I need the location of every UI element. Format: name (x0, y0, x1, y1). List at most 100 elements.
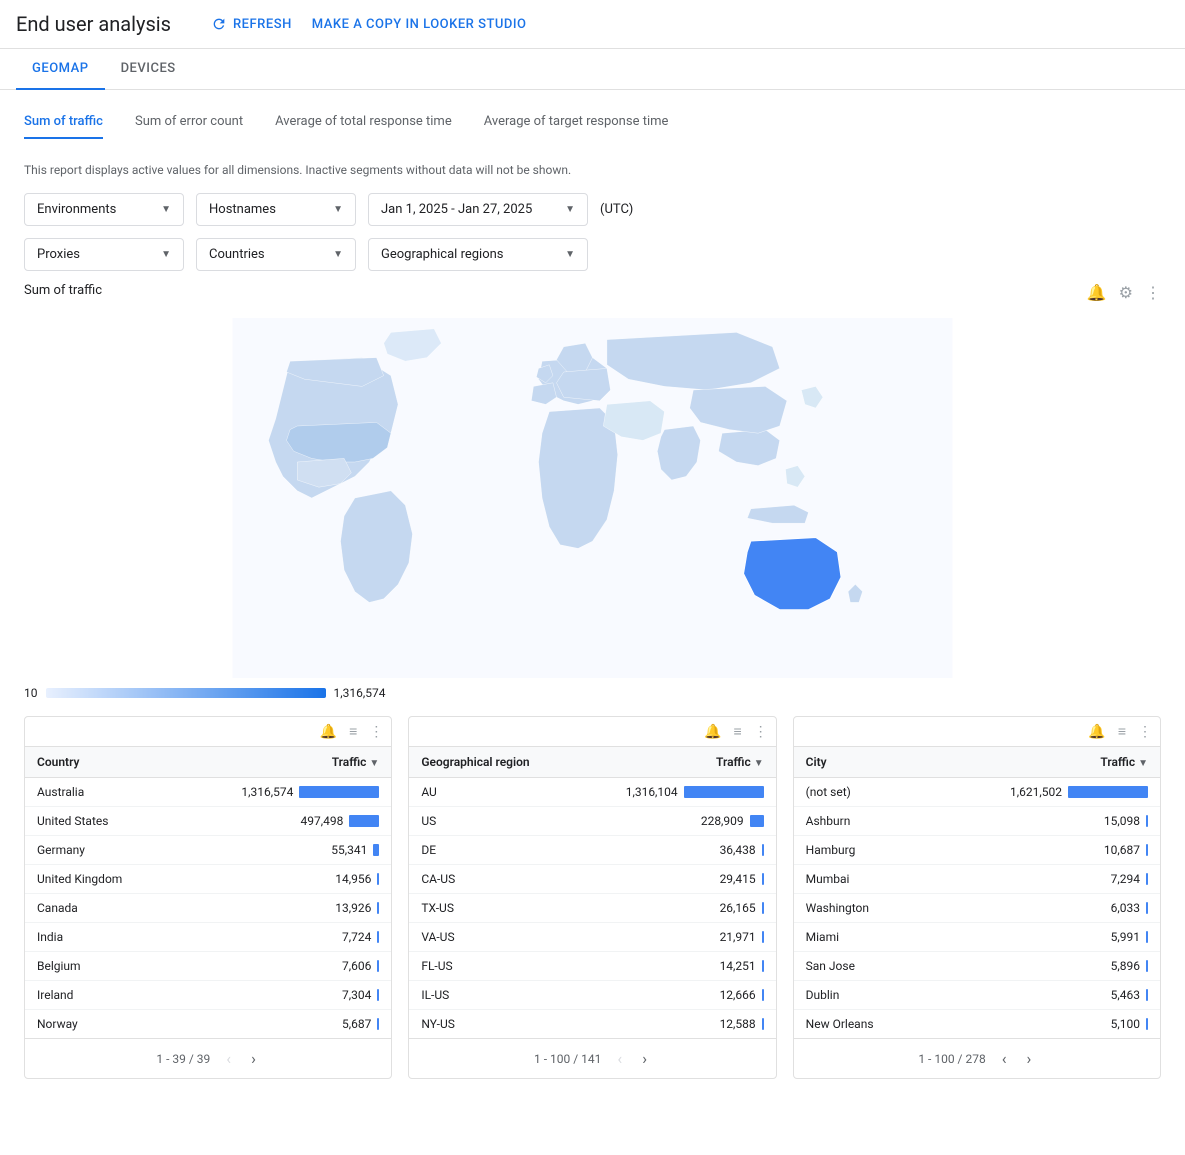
traffic-bar (1146, 989, 1148, 1001)
hostnames-dropdown[interactable]: Hostnames ▼ (196, 193, 356, 226)
environments-dropdown[interactable]: Environments ▼ (24, 193, 184, 226)
chevron-down-icon: ▼ (161, 204, 171, 215)
header: End user analysis REFRESH MAKE A COPY IN… (0, 0, 1185, 49)
geo-traffic-col-header[interactable]: Traffic ▼ (574, 747, 776, 778)
metric-tab-traffic[interactable]: Sum of traffic (24, 114, 103, 139)
hostnames-label: Hostnames (209, 202, 276, 217)
table-row: United Kingdom14,956 (25, 865, 391, 894)
more-icon[interactable]: ⋮ (1145, 283, 1161, 302)
alert-icon[interactable]: 🔔 (320, 724, 337, 740)
filter-icon[interactable]: ⚙ (1119, 283, 1133, 302)
table-row: DE36,438 (409, 836, 775, 865)
prev-page-button[interactable]: ‹ (613, 1047, 626, 1070)
city-table: City Traffic ▼ (not set)1,621,502Ashburn… (794, 747, 1160, 1038)
filter-icon[interactable]: ≡ (349, 723, 357, 740)
metric-tab-error[interactable]: Sum of error count (135, 114, 243, 139)
traffic-bar (762, 931, 764, 943)
table-cell-name: Dublin (794, 981, 927, 1010)
table-cell-value: 5,463 (926, 981, 1160, 1010)
table-cell-name: AU (409, 778, 574, 807)
tab-devices[interactable]: DEVICES (105, 49, 192, 90)
traffic-bar (762, 844, 764, 856)
scale-max: 1,316,574 (334, 686, 386, 700)
table-row: Dublin5,463 (794, 981, 1160, 1010)
geo-regions-dropdown[interactable]: Geographical regions ▼ (368, 238, 588, 271)
country-table-header: 🔔 ≡ ⋮ (25, 717, 391, 747)
table-row: IL-US12,666 (409, 981, 775, 1010)
table-cell-name: New Orleans (794, 1010, 927, 1039)
traffic-col-header[interactable]: Traffic ▼ (173, 747, 392, 778)
date-range-dropdown[interactable]: Jan 1, 2025 - Jan 27, 2025 ▼ (368, 193, 588, 226)
table-cell-name: Australia (25, 778, 173, 807)
alert-icon[interactable]: 🔔 (704, 724, 721, 740)
table-cell-value: 14,956 (173, 865, 392, 894)
proxies-dropdown[interactable]: Proxies ▼ (24, 238, 184, 271)
copy-looker-button[interactable]: MAKE A COPY IN LOOKER STUDIO (312, 16, 527, 32)
sort-arrow: ▼ (369, 758, 379, 769)
city-col-header: City (794, 747, 927, 778)
environments-label: Environments (37, 202, 116, 217)
table-cell-value: 36,438 (574, 836, 776, 865)
table-cell-name: Ireland (25, 981, 173, 1010)
table-row: Washington6,033 (794, 894, 1160, 923)
next-page-button[interactable]: › (638, 1047, 651, 1070)
date-range-label: Jan 1, 2025 - Jan 27, 2025 (381, 202, 532, 217)
chevron-down-icon: ▼ (333, 204, 343, 215)
table-cell-value: 497,498 (173, 807, 392, 836)
filter-icon[interactable]: ≡ (733, 723, 741, 740)
countries-dropdown[interactable]: Countries ▼ (196, 238, 356, 271)
metric-tabs: Sum of traffic Sum of error count Averag… (24, 106, 1161, 147)
traffic-bar (1146, 815, 1148, 827)
tab-geomap[interactable]: GEOMAP (16, 49, 105, 90)
alert-icon[interactable]: 🔔 (1087, 283, 1107, 302)
filters-row-1: Environments ▼ Hostnames ▼ Jan 1, 2025 -… (24, 193, 1161, 226)
table-cell-value: 14,251 (574, 952, 776, 981)
country-table: Country Traffic ▼ Australia1,316,574Unit… (25, 747, 391, 1038)
next-page-button[interactable]: › (247, 1047, 260, 1070)
table-cell-value: 26,165 (574, 894, 776, 923)
city-table-header: 🔔 ≡ ⋮ (794, 717, 1160, 747)
geo-col-header: Geographical region (409, 747, 574, 778)
more-icon[interactable]: ⋮ (754, 724, 768, 740)
table-row: VA-US21,971 (409, 923, 775, 952)
traffic-bar (1146, 960, 1148, 972)
refresh-button[interactable]: REFRESH (211, 16, 292, 32)
traffic-bar (377, 989, 379, 1001)
table-cell-name: VA-US (409, 923, 574, 952)
more-icon[interactable]: ⋮ (1138, 724, 1152, 740)
table-row: Australia1,316,574 (25, 778, 391, 807)
chart-label: Sum of traffic (24, 283, 1161, 298)
traffic-bar (762, 960, 764, 972)
traffic-bar (1146, 931, 1148, 943)
alert-icon[interactable]: 🔔 (1088, 724, 1105, 740)
table-row: (not set)1,621,502 (794, 778, 1160, 807)
metric-tab-target-response[interactable]: Average of target response time (484, 114, 669, 139)
table-cell-name: Canada (25, 894, 173, 923)
table-cell-name: Miami (794, 923, 927, 952)
table-cell-value: 12,666 (574, 981, 776, 1010)
scale-bar: 10 1,316,574 (24, 686, 1161, 700)
table-row: Germany55,341 (25, 836, 391, 865)
table-cell-value: 7,724 (173, 923, 392, 952)
traffic-bar (750, 815, 764, 827)
traffic-bar (1146, 873, 1148, 885)
city-traffic-col-header[interactable]: Traffic ▼ (926, 747, 1160, 778)
geo-table-card: 🔔 ≡ ⋮ Geographical region Traffic ▼ AU1,… (408, 716, 776, 1079)
traffic-bar (377, 873, 379, 885)
prev-page-button[interactable]: ‹ (998, 1047, 1011, 1070)
traffic-bar (762, 902, 764, 914)
chart-section: 🔔 ⚙ ⋮ Sum of traffic (24, 283, 1161, 700)
next-page-button[interactable]: › (1023, 1047, 1036, 1070)
more-icon[interactable]: ⋮ (369, 724, 383, 740)
prev-page-button[interactable]: ‹ (222, 1047, 235, 1070)
table-row: San Jose5,896 (794, 952, 1160, 981)
table-row: FL-US14,251 (409, 952, 775, 981)
metric-tab-total-response[interactable]: Average of total response time (275, 114, 452, 139)
traffic-bar (762, 873, 764, 885)
utc-label: (UTC) (600, 202, 633, 217)
table-row: India7,724 (25, 923, 391, 952)
table-cell-value: 7,304 (173, 981, 392, 1010)
table-cell-name: Germany (25, 836, 173, 865)
table-row: Miami5,991 (794, 923, 1160, 952)
filter-icon[interactable]: ≡ (1118, 723, 1126, 740)
